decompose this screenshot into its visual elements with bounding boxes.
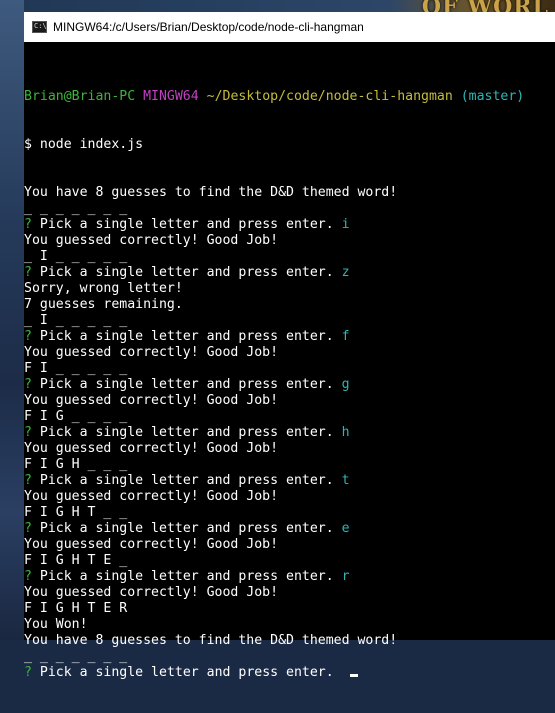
output-line: You guessed correctly! Good Job! [24, 233, 279, 248]
question-text: Pick a single letter and press enter. [39, 521, 334, 536]
prompt-user-host: Brian@Brian-PC [24, 89, 136, 104]
output-lines: You have 8 guesses to find the D&D theme… [24, 185, 555, 681]
output-line: Sorry, wrong letter! [24, 281, 183, 296]
question-text: Pick a single letter and press enter. [39, 377, 334, 392]
question-mark-icon: ? [24, 329, 32, 344]
question-mark-icon: ? [24, 473, 32, 488]
output-line: F I G H _ _ _ [24, 457, 128, 472]
output-line: 7 guesses remaining. [24, 297, 183, 312]
output-line: _ I _ _ _ _ _ [24, 313, 128, 328]
desktop-wallpaper-left [0, 0, 24, 640]
output-line: You guessed correctly! Good Job! [24, 441, 279, 456]
window-title: MINGW64:/c/Users/Brian/Desktop/code/node… [53, 20, 364, 34]
question-mark-icon: ? [24, 217, 32, 232]
question-text: Pick a single letter and press enter. [39, 329, 334, 344]
question-line: ? Pick a single letter and press enter. … [24, 265, 555, 281]
output-line: F I G _ _ _ _ [24, 409, 128, 424]
question-mark-icon: ? [24, 521, 32, 536]
output-line: F I _ _ _ _ _ [24, 361, 128, 376]
question-mark-icon: ? [24, 265, 32, 280]
output-line: You have 8 guesses to find the D&D theme… [24, 185, 398, 200]
output-line: You guessed correctly! Good Job! [24, 585, 279, 600]
question-text: Pick a single letter and press enter. [39, 665, 334, 680]
output-line: You guessed correctly! Good Job! [24, 393, 279, 408]
question-mark-icon: ? [24, 425, 32, 440]
question-line: ? Pick a single letter and press enter. … [24, 425, 555, 441]
question-mark-icon: ? [24, 665, 32, 680]
question-line: ? Pick a single letter and press enter. … [24, 217, 555, 233]
answer-text: f [341, 329, 350, 344]
question-line: ? Pick a single letter and press enter. … [24, 473, 555, 489]
output-line: _ I _ _ _ _ _ [24, 249, 128, 264]
output-line: _ _ _ _ _ _ _ [24, 201, 128, 216]
output-line: You guessed correctly! Good Job! [24, 345, 279, 360]
cursor[interactable] [349, 674, 358, 677]
question-text: Pick a single letter and press enter. [39, 217, 334, 232]
output-line: _ _ _ _ _ _ _ [24, 649, 128, 664]
question-line: ? Pick a single letter and press enter. … [24, 377, 555, 393]
answer-text: h [341, 425, 350, 440]
answer-text: i [341, 217, 350, 232]
terminal-icon[interactable]: C:\ [32, 21, 47, 33]
question-text: Pick a single letter and press enter. [39, 425, 334, 440]
output-line: You Won! [24, 617, 88, 632]
question-text: Pick a single letter and press enter. [39, 473, 334, 488]
prompt-path: ~/Desktop/code/node-cli-hangman [206, 89, 453, 104]
terminal-icon-glyph: C:\ [34, 22, 47, 30]
output-line: You guessed correctly! Good Job! [24, 537, 279, 552]
question-line: ? Pick a single letter and press enter. … [24, 329, 555, 345]
answer-text: e [341, 521, 350, 536]
question-text: Pick a single letter and press enter. [39, 569, 334, 584]
output-line: You have 8 guesses to find the D&D theme… [24, 633, 398, 648]
prompt-branch: (master) [460, 89, 525, 104]
window-titlebar[interactable]: C:\ MINGW64:/c/Users/Brian/Desktop/code/… [24, 12, 555, 42]
question-mark-icon: ? [24, 569, 32, 584]
output-line: F I G H T _ _ [24, 505, 128, 520]
output-line: You guessed correctly! Good Job! [24, 489, 279, 504]
question-text: Pick a single letter and press enter. [39, 265, 334, 280]
answer-text: g [341, 377, 350, 392]
question-line: ? Pick a single letter and press enter. … [24, 569, 555, 585]
answer-text: t [341, 473, 350, 488]
terminal-window[interactable]: C:\ MINGW64:/c/Users/Brian/Desktop/code/… [24, 12, 555, 680]
output-line: F I G H T E _ [24, 553, 128, 568]
command-line: $ node index.js [24, 137, 144, 152]
terminal-output[interactable]: Brian@Brian-PC MINGW64 ~/Desktop/code/no… [24, 57, 555, 680]
answer-text: z [341, 265, 350, 280]
output-line: F I G H T E R [24, 601, 128, 616]
question-mark-icon: ? [24, 377, 32, 392]
prompt-shell: MINGW64 [143, 89, 199, 104]
active-question-line[interactable]: ? Pick a single letter and press enter. [24, 665, 555, 681]
answer-text: r [341, 569, 350, 584]
question-line: ? Pick a single letter and press enter. … [24, 521, 555, 537]
shell-prompt: Brian@Brian-PC MINGW64 ~/Desktop/code/no… [24, 89, 555, 105]
